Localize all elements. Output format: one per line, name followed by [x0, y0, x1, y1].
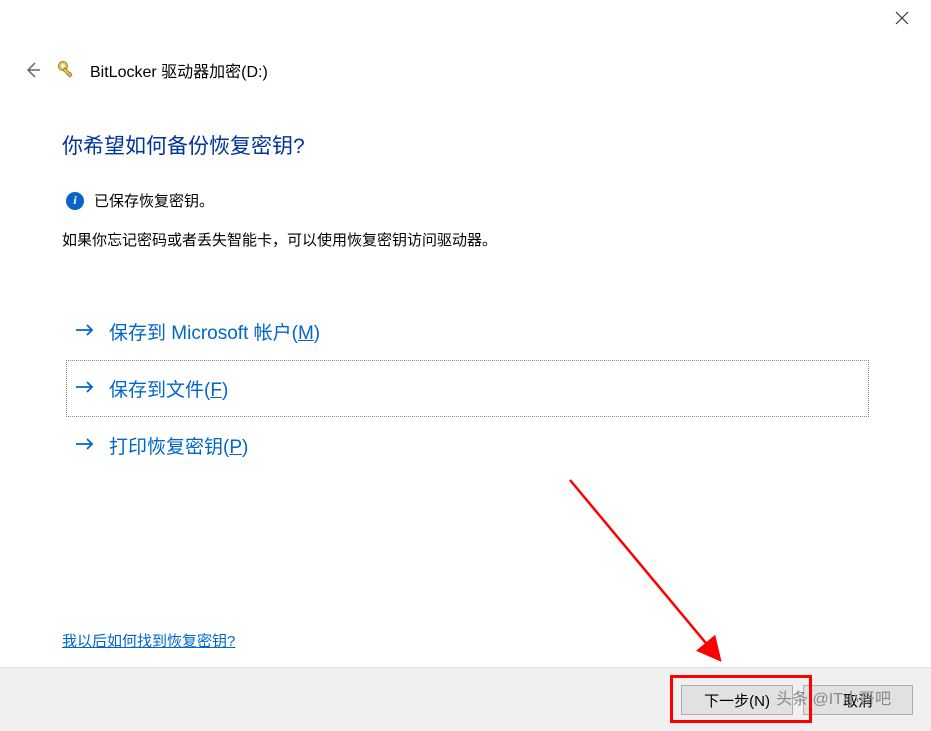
option-label: 保存到 Microsoft 帐户(M) [109, 318, 320, 345]
option-save-to-file[interactable]: 保存到文件(F) [66, 360, 869, 417]
content-area: 你希望如何备份恢复密钥? i 已保存恢复密钥。 如果你忘记密码或者丢失智能卡，可… [0, 82, 931, 474]
info-row: i 已保存恢复密钥。 [62, 190, 869, 211]
close-button[interactable] [887, 6, 917, 30]
titlebar [0, 0, 931, 40]
back-button[interactable] [20, 58, 44, 82]
help-link[interactable]: 我以后如何找到恢复密钥? [62, 630, 235, 651]
footer-bar: 下一步(N) 取消 [0, 667, 931, 731]
option-print-key[interactable]: 打印恢复密钥(P) [66, 417, 869, 474]
arrow-icon [75, 435, 95, 456]
arrow-icon [75, 321, 95, 342]
option-label: 打印恢复密钥(P) [109, 432, 248, 459]
option-label: 保存到文件(F) [109, 375, 228, 402]
window-title: BitLocker 驱动器加密(D:) [90, 58, 268, 82]
options-list: 保存到 Microsoft 帐户(M) 保存到文件(F) 打印恢复密钥(P) [62, 303, 869, 474]
bitlocker-key-icon [56, 59, 78, 81]
option-save-microsoft-account[interactable]: 保存到 Microsoft 帐户(M) [66, 303, 869, 360]
annotation-arrow [560, 470, 760, 690]
description-text: 如果你忘记密码或者丢失智能卡，可以使用恢复密钥访问驱动器。 [62, 229, 869, 253]
arrow-icon [75, 378, 95, 399]
page-heading: 你希望如何备份恢复密钥? [62, 130, 869, 160]
cancel-button[interactable]: 取消 [803, 685, 913, 715]
next-button[interactable]: 下一步(N) [681, 685, 793, 715]
header-row: BitLocker 驱动器加密(D:) [0, 40, 931, 82]
info-saved-text: 已保存恢复密钥。 [94, 190, 214, 211]
info-icon: i [66, 192, 84, 210]
